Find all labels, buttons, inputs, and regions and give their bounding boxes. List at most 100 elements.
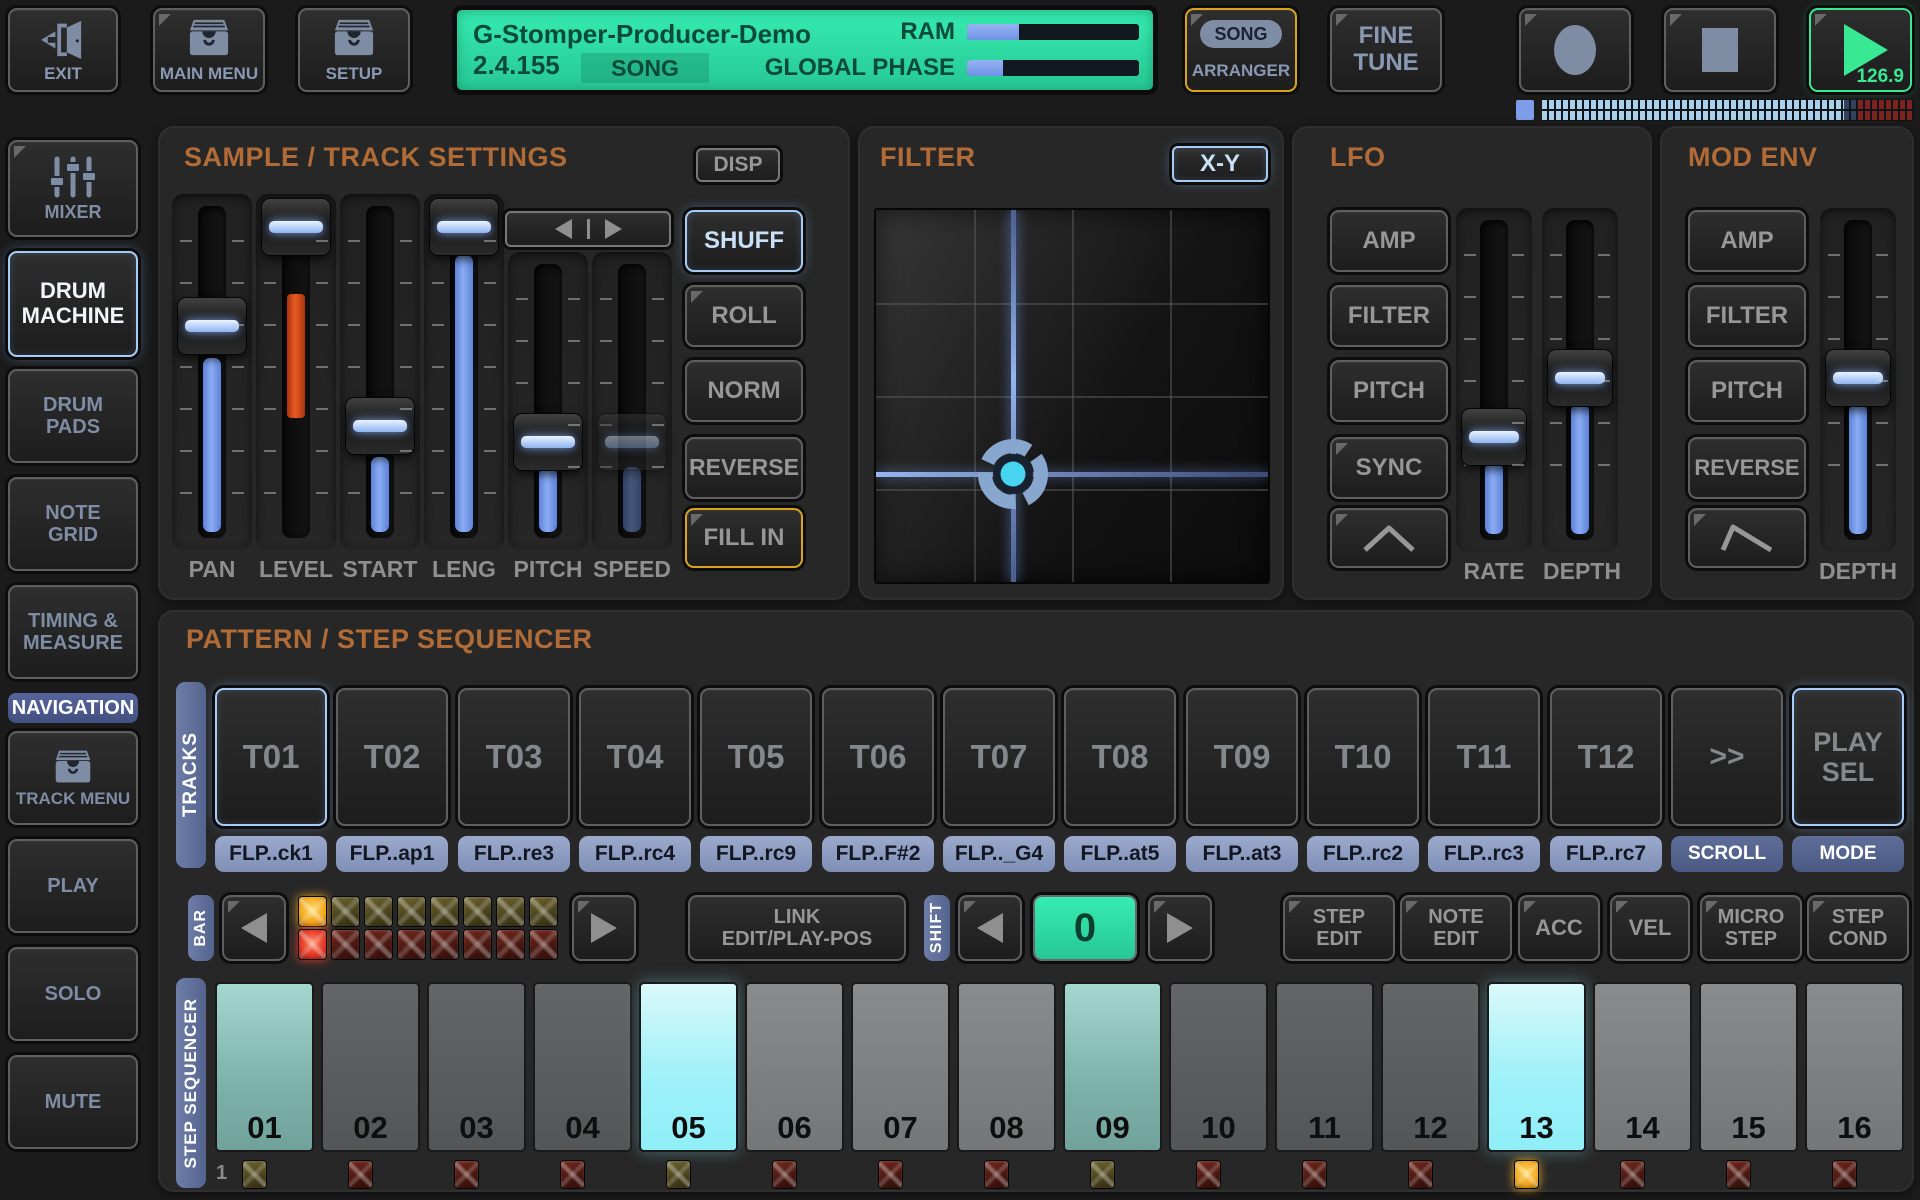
step-pad-12[interactable]: 12	[1381, 982, 1480, 1152]
step-pad-02[interactable]: 02	[321, 982, 420, 1152]
roll-button[interactable]: ROLL	[685, 285, 803, 347]
lfo-amp-button[interactable]: AMP	[1330, 210, 1448, 272]
leng-slider[interactable]	[424, 194, 504, 550]
shift-left-button[interactable]	[958, 895, 1022, 961]
env-amp-button[interactable]: AMP	[1688, 210, 1806, 272]
level-slider[interactable]	[256, 194, 336, 550]
step-pad-15[interactable]: 15	[1699, 982, 1798, 1152]
track-button-t01[interactable]: T01	[215, 688, 327, 826]
step-pad-05[interactable]: 05	[639, 982, 738, 1152]
step-pad-03[interactable]: 03	[427, 982, 526, 1152]
leng-slider-thumb[interactable]	[429, 198, 499, 256]
track-button-t10[interactable]: T10	[1307, 688, 1419, 826]
sidebar-item-play[interactable]: PLAY	[8, 839, 138, 933]
note-edit-button[interactable]: NOTE EDIT	[1400, 895, 1512, 961]
left-arrow-icon	[977, 913, 1003, 943]
start-slider[interactable]	[340, 194, 420, 550]
step-pad-08[interactable]: 08	[957, 982, 1056, 1152]
exit-button[interactable]: EXIT	[8, 8, 118, 92]
step-pad-06[interactable]: 06	[745, 982, 844, 1152]
level-slider-thumb[interactable]	[261, 198, 331, 256]
sidebar-item-solo[interactable]: SOLO	[8, 947, 138, 1041]
lfo-waveform-button[interactable]	[1330, 508, 1448, 568]
env-reverse-button[interactable]: REVERSE	[1688, 437, 1806, 499]
sidebar-item-note-grid[interactable]: NOTE GRID	[8, 477, 138, 571]
env-depth-slider[interactable]	[1820, 208, 1896, 552]
song-arranger-button[interactable]: SONG ARRANGER	[1185, 8, 1297, 92]
stop-button[interactable]	[1664, 8, 1776, 92]
step-pad-10[interactable]: 10	[1169, 982, 1268, 1152]
step-pad-13[interactable]: 13	[1487, 982, 1586, 1152]
speed-slider-thumb[interactable]	[597, 413, 667, 471]
reverse-button[interactable]: REVERSE	[685, 437, 803, 499]
step-pad-09[interactable]: 09	[1063, 982, 1162, 1152]
lfo-pitch-button[interactable]: PITCH	[1330, 360, 1448, 422]
attack-decay-envelope-icon	[1715, 518, 1779, 558]
lfo-rate-thumb[interactable]	[1461, 408, 1527, 466]
lfo-depth-thumb[interactable]	[1547, 349, 1613, 407]
shift-right-button[interactable]	[1148, 895, 1212, 961]
step-cond-button[interactable]: STEP COND	[1807, 895, 1909, 961]
sidebar-item-timing-measure[interactable]: TIMING & MEASURE	[8, 585, 138, 679]
step-pad-04[interactable]: 04	[533, 982, 632, 1152]
lfo-rate-slider[interactable]	[1456, 208, 1532, 552]
norm-button[interactable]: NORM	[685, 360, 803, 422]
bar-prev-button[interactable]	[222, 895, 286, 961]
bar-next-button[interactable]	[572, 895, 636, 961]
step-pad-07[interactable]: 07	[851, 982, 950, 1152]
disp-button[interactable]: DISP	[696, 148, 780, 182]
micro-step-button[interactable]: MICRO STEP	[1700, 895, 1802, 961]
track-button-t03[interactable]: T03	[458, 688, 570, 826]
pan-slider-thumb[interactable]	[177, 297, 247, 355]
fill-in-button[interactable]: FILL IN	[685, 508, 803, 568]
track-button-t08[interactable]: T08	[1064, 688, 1176, 826]
track-button-t02[interactable]: T02	[336, 688, 448, 826]
start-slider-thumb[interactable]	[345, 397, 415, 455]
track-play-sel-button[interactable]: PLAY SEL	[1792, 688, 1904, 826]
main-menu-button[interactable]: MAIN MENU	[153, 8, 265, 92]
xy-puck[interactable]	[975, 436, 1051, 512]
track-button-t12[interactable]: T12	[1550, 688, 1662, 826]
track-button-t06[interactable]: T06	[822, 688, 934, 826]
record-button[interactable]	[1519, 8, 1631, 92]
track-button-t05[interactable]: T05	[700, 688, 812, 826]
sidebar-item-drum-machine[interactable]: DRUM MACHINE	[8, 251, 138, 357]
acc-button[interactable]: ACC	[1518, 895, 1600, 961]
sidebar-item-drum-pads[interactable]: DRUM PADS	[8, 369, 138, 463]
step-pad-14[interactable]: 14	[1593, 982, 1692, 1152]
filter-xy-pad[interactable]	[874, 208, 1270, 584]
env-shape-button[interactable]	[1688, 508, 1806, 568]
fine-tune-button[interactable]: FINE TUNE	[1330, 8, 1442, 92]
lfo-depth-slider[interactable]	[1542, 208, 1618, 552]
step-led-16	[1832, 1160, 1857, 1189]
sidebar-item-track-menu[interactable]: TRACK MENU	[8, 731, 138, 825]
track-scroll-button[interactable]: >>	[1671, 688, 1783, 826]
sidebar-item-mixer[interactable]: MIXER	[8, 140, 138, 237]
pitch-slider[interactable]	[508, 252, 588, 550]
step-pad-01[interactable]: 01	[215, 982, 314, 1152]
track-button-t09[interactable]: T09	[1186, 688, 1298, 826]
shuff-button[interactable]: SHUFF	[685, 210, 803, 272]
track-button-t11[interactable]: T11	[1428, 688, 1540, 826]
speed-slider[interactable]	[592, 252, 672, 550]
lfo-filter-button[interactable]: FILTER	[1330, 285, 1448, 347]
sample-prev-next-button[interactable]	[505, 211, 671, 247]
env-pitch-button[interactable]: PITCH	[1688, 360, 1806, 422]
step-edit-button[interactable]: STEP EDIT	[1283, 895, 1395, 961]
setup-button[interactable]: SETUP	[298, 8, 410, 92]
pan-slider[interactable]	[172, 194, 252, 550]
sidebar-item-mute[interactable]: MUTE	[8, 1055, 138, 1149]
track-button-t07[interactable]: T07	[943, 688, 1055, 826]
step-pad-11[interactable]: 11	[1275, 982, 1374, 1152]
lfo-sync-button[interactable]: SYNC	[1330, 437, 1448, 499]
xy-mode-button[interactable]: X-Y	[1172, 146, 1268, 182]
env-depth-thumb[interactable]	[1825, 349, 1891, 407]
leng-label: LENG	[424, 556, 504, 583]
vel-button[interactable]: VEL	[1610, 895, 1690, 961]
pitch-slider-thumb[interactable]	[513, 413, 583, 471]
env-filter-button[interactable]: FILTER	[1688, 285, 1806, 347]
step-pad-16[interactable]: 16	[1805, 982, 1904, 1152]
link-edit-play-pos-button[interactable]: LINKEDIT/PLAY-POS	[688, 895, 906, 961]
play-button[interactable]: 126.9	[1809, 8, 1912, 92]
track-button-t04[interactable]: T04	[579, 688, 691, 826]
